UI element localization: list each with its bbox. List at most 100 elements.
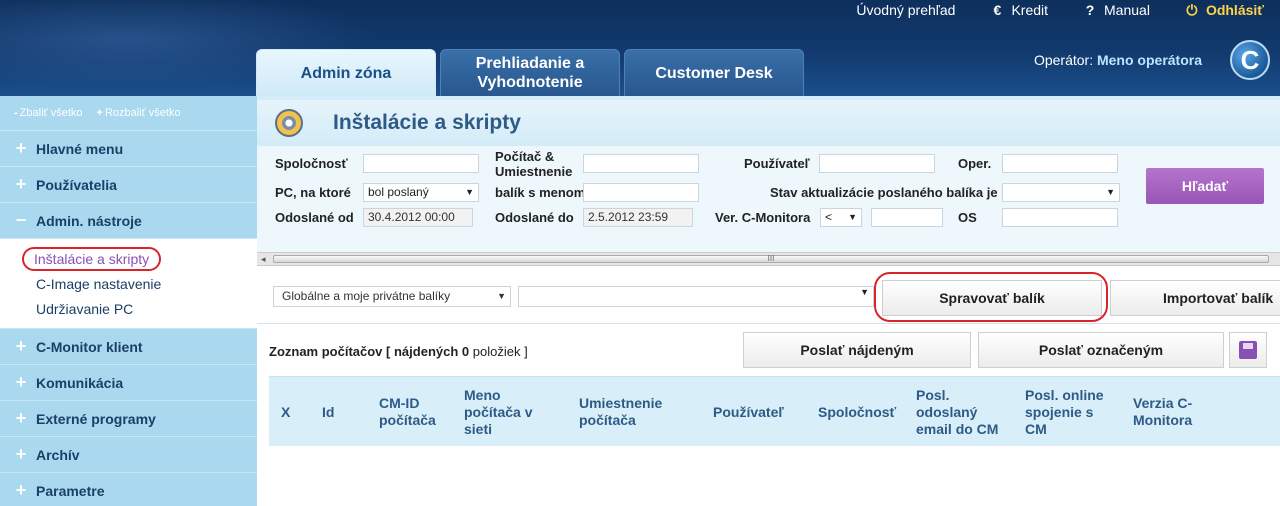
expand-all-link[interactable]: + Rozbaliť všetko [97, 107, 181, 119]
sidebar-sub-c-image[interactable]: C-Image nastavenie [36, 272, 257, 297]
send-to-found-button[interactable]: Poslať nájdeným [743, 332, 971, 368]
scroll-left-icon[interactable]: ◂ [261, 253, 266, 265]
cmon-version-operator-select[interactable]: < ▼ [820, 208, 862, 227]
import-package-button[interactable]: Importovať balík [1110, 280, 1280, 316]
operator-name[interactable]: Meno operátora [1097, 52, 1202, 68]
col-location[interactable]: Umiestnenie počítača [579, 377, 675, 447]
found-suffix: položiek ] [472, 344, 528, 359]
update-state-select[interactable]: ▼ [1002, 183, 1120, 202]
col-id[interactable]: Id [322, 377, 334, 447]
sidebar-item-parameters[interactable]: + Parametre [0, 472, 257, 506]
main-tabs: Admin zóna Prehliadanie a Vyhodnotenie C… [256, 49, 808, 96]
manage-package-button[interactable]: Spravovať balík [882, 280, 1102, 316]
expand-all-label: Rozbaliť všetko [104, 107, 181, 119]
overview-link[interactable]: Úvodný prehľad [856, 0, 955, 20]
sidebar-item-label: Externé programy [36, 410, 156, 427]
package-name-input[interactable] [583, 183, 699, 202]
oper-input[interactable] [1002, 154, 1118, 173]
logout-link[interactable]: ⏻ Odhlásiť [1184, 0, 1264, 20]
collapse-all-link[interactable]: - Zbaliť všetko [14, 107, 83, 119]
col-last-email[interactable]: Posl. odoslaný email do CM [916, 377, 1008, 447]
question-icon: ? [1085, 2, 1095, 18]
user-input[interactable] [819, 154, 935, 173]
sidebar-item-archive[interactable]: + Archív [0, 436, 257, 472]
col-company[interactable]: Spoločnosť [818, 377, 896, 447]
manual-label: Manual [1104, 2, 1150, 18]
collapse-all-label: Zbaliť všetko [19, 107, 83, 119]
col-user[interactable]: Používateľ [713, 377, 784, 447]
update-state-label: Stav aktualizácie poslaného balíka je [770, 185, 998, 200]
found-count: 0 [461, 344, 470, 359]
computer-list-title: Zoznam počítačov [ nájdených 0 položiek … [269, 344, 528, 359]
plus-icon: + [15, 336, 27, 356]
computer-table-header: X Id CM-ID počítača Meno počítača v siet… [269, 376, 1280, 446]
sidebar-item-c-monitor[interactable]: + C-Monitor klient [0, 328, 257, 364]
sent-from-input[interactable]: 30.4.2012 00:00 [363, 208, 473, 227]
credit-link[interactable]: € Kredit [989, 0, 1048, 20]
sent-to-input[interactable]: 2.5.2012 23:59 [583, 208, 693, 227]
search-button[interactable]: Hľadať [1146, 168, 1264, 204]
operator-label: Operátor: [1033, 52, 1094, 68]
cmon-version-label: Ver. C-Monitora [715, 210, 811, 225]
power-icon: ⏻ [1186, 2, 1198, 18]
sidebar: - Zbaliť všetko + Rozbaliť všetko + Hlavné … [0, 96, 257, 506]
os-label: OS [958, 210, 977, 225]
chevron-down-icon: ▼ [1106, 187, 1115, 197]
cmon-operator-value: < [825, 210, 833, 224]
package-toolbar: Globálne a moje privátne balíky ▼ ▼ Sprav… [257, 272, 1280, 324]
chevron-down-icon: ▼ [860, 287, 869, 297]
package-select[interactable]: ▼ [518, 286, 874, 307]
sent-to-label: Odoslané do [495, 210, 574, 225]
credit-label: Kredit [1011, 2, 1049, 18]
minus-icon: − [15, 210, 27, 230]
company-label: Spoločnosť [275, 156, 348, 171]
page-titlebar: Inštalácie a skripty [257, 96, 1280, 146]
company-input[interactable] [363, 154, 479, 173]
os-input[interactable] [1002, 208, 1118, 227]
scrollbar-thumb[interactable]: III [273, 255, 1269, 263]
chevron-down-icon: ▼ [465, 187, 474, 197]
package-scope-value: Globálne a moje privátne balíky [282, 289, 451, 303]
chevron-down-icon: ▼ [848, 212, 857, 222]
sent-from-label: Odoslané od [275, 210, 354, 225]
tab-browse-evaluate[interactable]: Prehliadanie a Vyhodnotenie [440, 49, 620, 96]
oper-label: Oper. [958, 156, 992, 171]
gear-icon [275, 109, 303, 137]
sidebar-item-label: C-Monitor klient [36, 338, 143, 355]
col-last-online[interactable]: Posl. online spojenie s CM [1025, 377, 1113, 447]
tab-customer-desk[interactable]: Customer Desk [624, 49, 804, 96]
col-select[interactable]: X [281, 377, 290, 447]
computer-list-toolbar: Zoznam počítačov [ nájdených 0 položiek … [257, 328, 1280, 374]
plus-icon: + [15, 174, 27, 194]
horizontal-scrollbar[interactable]: ◂ III [257, 252, 1280, 266]
col-computer-name[interactable]: Meno počítača v sieti [464, 377, 550, 447]
sidebar-submenu-admin-tools: Inštalácie a skripty C-Image nastavenie … [0, 238, 257, 328]
save-button[interactable] [1229, 332, 1267, 368]
sidebar-item-label: Používatelia [36, 176, 117, 193]
package-scope-select[interactable]: Globálne a moje privátne balíky ▼ [273, 286, 511, 307]
top-navigation: Úvodný prehľad € Kredit ? Manual ⏻ Odhlásiť [822, 0, 1264, 20]
col-cm-id[interactable]: CM-ID počítača [379, 377, 449, 447]
sidebar-item-label: Admin. nástroje [36, 212, 142, 229]
tab-admin-zone[interactable]: Admin zóna [256, 49, 436, 96]
computer-input[interactable] [583, 154, 699, 173]
sidebar-item-communication[interactable]: + Komunikácia [0, 364, 257, 400]
sidebar-sub-installations[interactable]: Inštalácie a skripty [22, 247, 162, 271]
plus-icon: + [15, 444, 27, 464]
euro-icon: € [993, 2, 1002, 18]
computer-label: Počítač & Umiestnenie [495, 149, 573, 179]
col-cmon-version[interactable]: Verzia C-Monitora [1133, 377, 1213, 447]
sidebar-item-admin-tools[interactable]: − Admin. nástroje [0, 202, 257, 238]
sidebar-item-external-programs[interactable]: + Externé programy [0, 400, 257, 436]
page-title: Inštalácie a skripty [333, 111, 521, 134]
cmon-version-input[interactable] [871, 208, 943, 227]
sidebar-tools: - Zbaliť všetko + Rozbaliť všetko [0, 96, 257, 130]
sidebar-item-users[interactable]: + Používatelia [0, 166, 257, 202]
minus-icon: - [14, 107, 18, 119]
send-to-marked-button[interactable]: Poslať označeným [978, 332, 1224, 368]
sidebar-sub-pc-maintenance[interactable]: Udržiavanie PC [36, 297, 257, 322]
pc-state-select[interactable]: bol poslaný ▼ [363, 183, 479, 202]
sidebar-item-label: Parametre [36, 482, 105, 499]
manual-link[interactable]: ? Manual [1082, 0, 1150, 20]
sidebar-item-main-menu[interactable]: + Hlavné menu [0, 130, 257, 166]
